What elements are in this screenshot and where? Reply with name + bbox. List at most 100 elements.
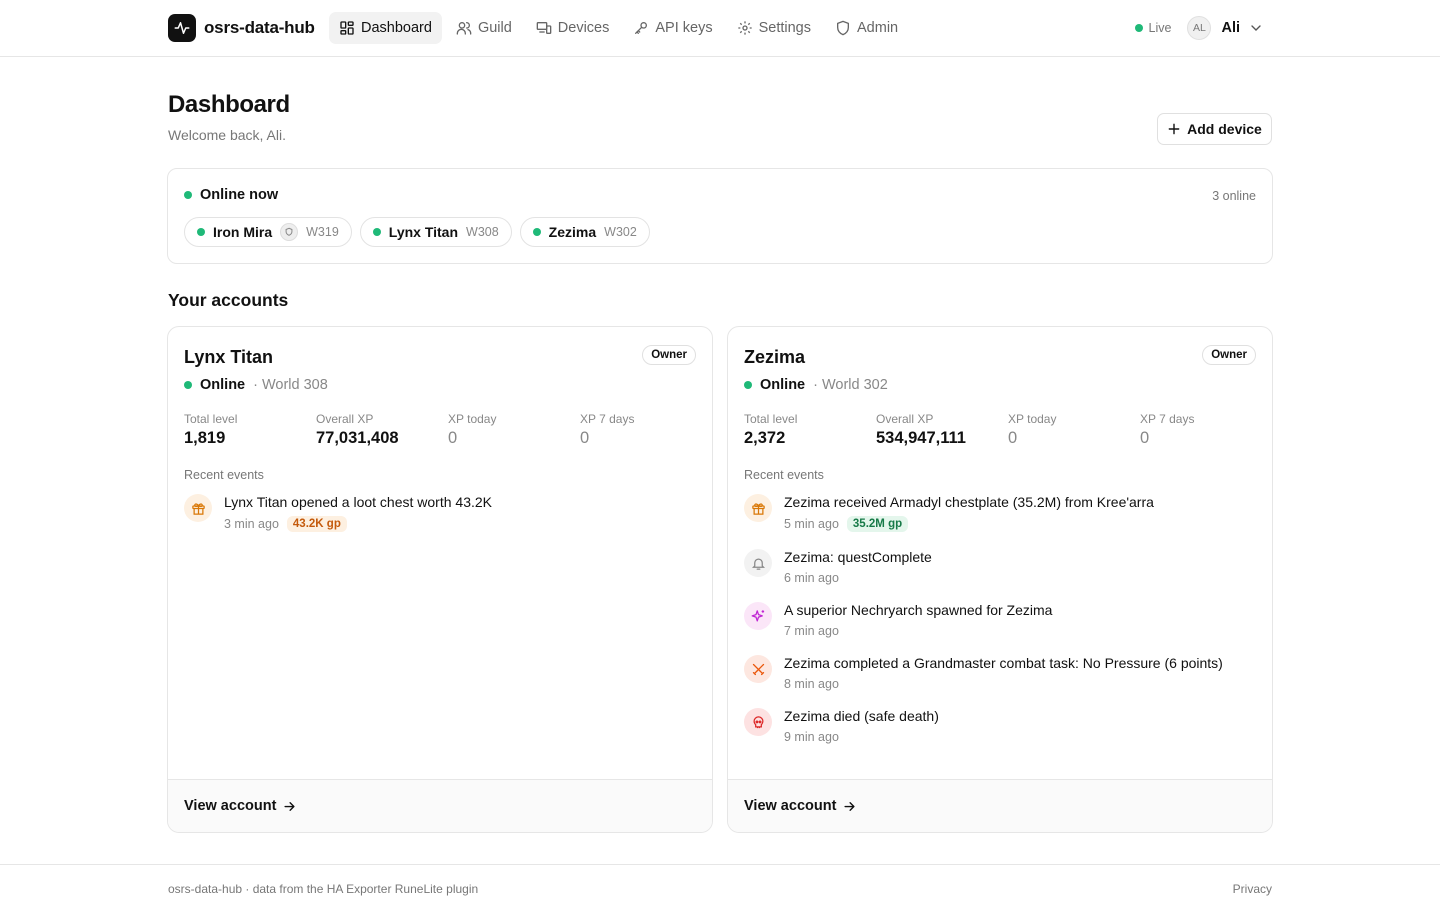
player-world: W319 (306, 225, 339, 239)
stat-value: 77,031,408 (316, 429, 399, 447)
activity-icon (168, 14, 196, 42)
nav-item-label: API keys (655, 20, 713, 36)
stat-value: 0 (448, 429, 458, 447)
event-text: Zezima received Armadyl chestplate (35.2… (784, 494, 1154, 510)
event-item: A superior Nechryarch spawned for Zezima… (744, 601, 1264, 638)
nav-item-admin[interactable]: Admin (825, 12, 908, 44)
online-players: Iron Mira W319 Lynx Titan W308 Zezima W3… (184, 217, 650, 247)
accounts-section-title: Your accounts (168, 290, 289, 310)
shield-icon (837, 20, 849, 36)
nav-item-devices[interactable]: Devices (526, 12, 620, 44)
online-player-pill[interactable]: Iron Mira W319 (184, 217, 352, 247)
player-name: Zezima (548, 224, 597, 240)
online-dot (372, 228, 381, 236)
brand-name: osrs-data-hub (204, 18, 315, 37)
stat-xp-7-days: XP 7 days 0 (580, 412, 712, 448)
stat-label: Total level (184, 412, 238, 426)
event-time: 7 min ago (784, 624, 839, 638)
brand[interactable]: osrs-data-hub (168, 14, 315, 42)
account-card-lynx-titan: Lynx Titan Owner Online · World 308 Tota… (167, 326, 713, 833)
online-dot (184, 381, 192, 389)
stat-label: XP today (1008, 412, 1057, 426)
skull-icon (744, 708, 772, 736)
status-text: Online (200, 377, 246, 393)
stat-overall-xp: Overall XP 534,947,111 (876, 412, 1008, 448)
account-status: Online · World 302 (744, 377, 888, 393)
event-text: A superior Nechryarch spawned for Zezima (784, 602, 1053, 618)
stat-label: XP today (448, 412, 497, 426)
bell-icon (744, 549, 772, 577)
account-card-zezima: Zezima Owner Online · World 302 Total le… (727, 326, 1273, 833)
stat-xp-7-days: XP 7 days 0 (1140, 412, 1272, 448)
player-name: Iron Mira (213, 224, 273, 240)
event-meta: 7 min ago (784, 624, 1052, 638)
stat-label: Total level (744, 412, 798, 426)
key-icon (635, 22, 648, 34)
view-account-link[interactable]: View account (168, 779, 712, 832)
online-now-title: Online now (184, 187, 278, 203)
view-account-link[interactable]: View account (728, 779, 1272, 832)
avatar[interactable]: AL (1187, 16, 1212, 40)
main-nav: Dashboard Guild Devices API keys Setting… (329, 12, 908, 44)
recent-events-title: Recent events (744, 468, 824, 482)
role-badge: Owner (642, 345, 696, 365)
event-item: Zezima: questComplete 6 min ago (744, 548, 1264, 585)
stat-value: 2,372 (744, 429, 786, 447)
status-text: Online (760, 377, 806, 393)
event-meta: 3 min ago 43.2K gp (224, 516, 492, 532)
gift-icon (744, 494, 772, 522)
add-device-button[interactable]: Add device (1157, 113, 1272, 145)
arrow-right-icon (844, 801, 855, 811)
event-item: Zezima died (safe death) 9 min ago (744, 707, 1264, 744)
page-footer: osrs-data-hub · data from the HA Exporte… (0, 864, 1440, 900)
nav-item-api-keys[interactable]: API keys (623, 12, 722, 44)
top-bar: osrs-data-hub Dashboard Guild Devices AP… (0, 0, 1440, 57)
stat-value: 1,819 (184, 429, 226, 447)
gift-icon (184, 494, 212, 522)
nav-item-label: Guild (477, 20, 512, 36)
event-time: 3 min ago (224, 517, 279, 531)
sparkles-icon (744, 602, 772, 630)
event-time: 5 min ago (784, 517, 839, 531)
online-now-card: Online now 3 online Iron Mira W319 Lynx … (167, 168, 1273, 264)
nav-item-label: Dashboard (361, 20, 432, 36)
chevron-down-icon[interactable] (1248, 20, 1264, 36)
stat-label: Overall XP (316, 412, 374, 426)
user-name[interactable]: Ali (1221, 20, 1240, 36)
stat-label: Overall XP (876, 412, 934, 426)
online-count: 3 online (1212, 189, 1256, 203)
online-dot (197, 228, 205, 236)
nav-item-guild[interactable]: Guild (446, 12, 522, 44)
stat-value: 0 (1140, 429, 1150, 447)
player-name: Lynx Titan (388, 224, 459, 240)
nav-item-dashboard[interactable]: Dashboard (329, 12, 442, 44)
add-device-label: Add device (1187, 121, 1262, 137)
live-label: Live (1148, 21, 1172, 35)
online-player-pill[interactable]: Zezima W302 (519, 217, 650, 247)
stat-overall-xp: Overall XP 77,031,408 (316, 412, 448, 448)
stat-label: XP 7 days (580, 412, 635, 426)
page-subtitle: Welcome back, Ali. (168, 127, 287, 143)
gear-icon (737, 21, 752, 35)
top-right-controls: Live AL Ali (1134, 16, 1264, 40)
gp-badge: 43.2K gp (286, 516, 347, 532)
gp-badge: 35.2M gp (846, 516, 909, 532)
event-text: Zezima: questComplete (784, 549, 932, 565)
stat-total-level: Total level 1,819 (184, 412, 316, 448)
page-title: Dashboard (168, 91, 290, 118)
nav-item-label: Settings (758, 20, 811, 36)
online-player-pill[interactable]: Lynx Titan W308 (359, 217, 512, 247)
devices-icon (536, 22, 552, 34)
player-world: W302 (604, 225, 637, 239)
footer-credit: osrs-data-hub · data from the HA Exporte… (168, 882, 479, 896)
live-indicator: Live (1134, 21, 1172, 35)
dashboard-icon (340, 21, 354, 35)
online-dot (184, 191, 192, 199)
users-icon (456, 22, 472, 35)
privacy-link[interactable]: Privacy (1233, 882, 1272, 896)
online-now-label: Online now (200, 187, 279, 203)
stat-value: 0 (580, 429, 590, 447)
stat-label: XP 7 days (1140, 412, 1195, 426)
nav-item-settings[interactable]: Settings (727, 12, 821, 44)
world-text: · World 308 (253, 377, 328, 393)
